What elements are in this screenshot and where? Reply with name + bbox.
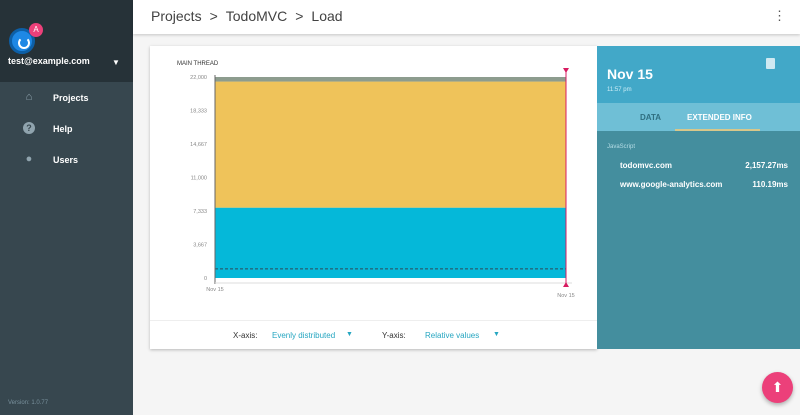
sidebar-item-help[interactable]: ? Help xyxy=(0,115,133,143)
tab-data[interactable]: DATA xyxy=(640,113,661,122)
breadcrumb-separator: > xyxy=(209,8,218,24)
detail-panel: Nov 15 11:57 pm DATA EXTENDED INFO JavaS… xyxy=(597,46,800,349)
y-axis-select[interactable]: Relative values xyxy=(425,331,479,340)
list-item: www.google-analytics.com 110.19ms xyxy=(620,180,788,189)
x-tick-label: Nov 15 xyxy=(557,293,574,299)
top-bar: Projects > TodoMVC > Load ⋮ xyxy=(133,0,800,34)
user-icon: ● xyxy=(25,153,33,165)
y-tick-label: 7,333 xyxy=(193,209,207,215)
sidebar-item-label: Users xyxy=(53,155,79,165)
resource-value: 2,157.27ms xyxy=(745,161,788,170)
y-axis-label: Y-axis: xyxy=(382,331,406,340)
upload-icon: ⬆ xyxy=(771,379,784,395)
resource-name: todomvc.com xyxy=(620,161,673,170)
x-axis-label: X-axis: xyxy=(233,331,258,340)
chevron-down-icon[interactable]: ▼ xyxy=(112,58,120,67)
panel-date: Nov 15 xyxy=(607,66,653,82)
home-icon: ⌂ xyxy=(25,91,33,103)
x-tick-label: Nov 15 xyxy=(206,287,223,293)
chart-title: MAIN THREAD xyxy=(177,61,219,67)
area-cyan xyxy=(215,207,566,278)
chart-card: MAIN THREAD 0 3,667 7,333 11,000 14,667 18,333… xyxy=(150,46,597,349)
section-label: JavaScript xyxy=(607,144,636,150)
upload-button[interactable]: ⬆ xyxy=(762,372,793,403)
y-tick-label: 22,000 xyxy=(190,75,207,81)
area-gray xyxy=(215,77,566,82)
trash-icon[interactable] xyxy=(766,58,775,69)
x-axis-select[interactable]: Evenly distributed xyxy=(272,331,335,340)
main-thread-chart: MAIN THREAD 0 3,667 7,333 11,000 14,667 18,333… xyxy=(177,61,575,299)
panel-tabs: DATA EXTENDED INFO xyxy=(597,103,800,131)
panel-header: Nov 15 11:57 pm xyxy=(597,46,800,103)
version-text: Version: 1.0.77 xyxy=(8,400,49,406)
area-yellow xyxy=(215,81,566,208)
list-item: todomvc.com 2,157.27ms xyxy=(620,161,788,170)
chevron-down-icon[interactable]: ▼ xyxy=(493,331,500,338)
resource-value: 110.19ms xyxy=(752,180,788,189)
y-tick-label: 3,667 xyxy=(193,243,207,249)
sidebar-item-projects[interactable]: ⌂ Projects xyxy=(0,84,133,112)
user-email[interactable]: test@example.com xyxy=(8,56,90,66)
tab-extended-info[interactable]: EXTENDED INFO xyxy=(687,113,752,122)
active-tab-indicator xyxy=(675,129,760,131)
breadcrumb-projects[interactable]: Projects xyxy=(151,8,202,24)
y-tick-label: 11,000 xyxy=(191,176,207,182)
resource-name: www.google-analytics.com xyxy=(620,180,723,189)
breadcrumb: Projects > TodoMVC > Load xyxy=(151,8,351,24)
y-tick-label: 0 xyxy=(204,276,207,282)
sidebar: A test@example.com ▼ ⌂ Projects ? Help ● Us… xyxy=(0,0,133,415)
more-vert-icon[interactable]: ⋮ xyxy=(773,8,786,24)
avatar-badge: A xyxy=(29,23,43,37)
sidebar-item-label: Projects xyxy=(53,93,89,103)
cursor-handle-top-icon xyxy=(563,68,569,73)
sidebar-item-users[interactable]: ● Users xyxy=(0,146,133,174)
sidebar-item-label: Help xyxy=(53,124,73,134)
axis-controls: X-axis: Evenly distributed ▼ Y-axis: Rel… xyxy=(150,320,597,349)
chevron-down-icon[interactable]: ▼ xyxy=(346,331,353,338)
breadcrumb-load: Load xyxy=(311,8,343,24)
breadcrumb-separator: > xyxy=(295,8,304,24)
panel-time: 11:57 pm xyxy=(607,87,632,93)
breadcrumb-todomvc[interactable]: TodoMVC xyxy=(226,8,287,24)
y-tick-label: 18,333 xyxy=(190,109,207,115)
user-header: A test@example.com ▼ xyxy=(0,0,133,82)
help-icon: ? xyxy=(23,122,35,134)
y-tick-label: 14,667 xyxy=(190,142,207,148)
